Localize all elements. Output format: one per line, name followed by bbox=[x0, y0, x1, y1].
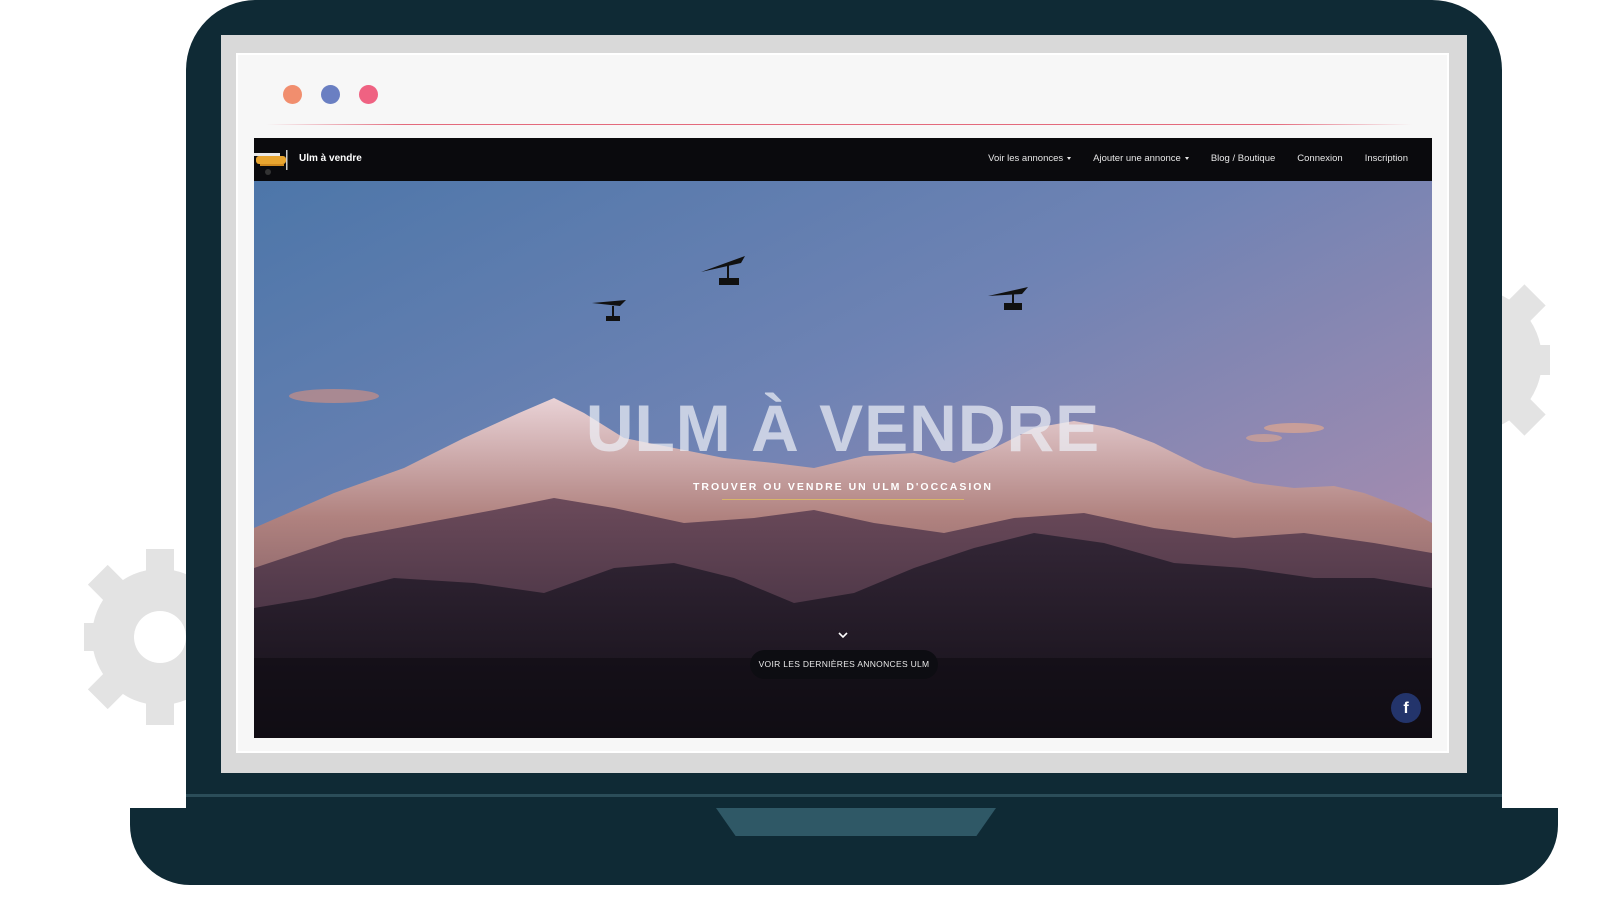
window-dot-close[interactable] bbox=[283, 85, 302, 104]
browser-separator bbox=[266, 124, 1412, 125]
facebook-icon[interactable]: f bbox=[1391, 693, 1421, 723]
hero-title: ULM À VENDRE bbox=[585, 391, 1101, 465]
window-dot-minimize[interactable] bbox=[321, 85, 340, 104]
hero-subtitle: TROUVER OU VENDRE UN ULM D'OCCASION bbox=[692, 481, 993, 493]
laptop-notch bbox=[716, 808, 996, 836]
nav-inscription[interactable]: Inscription bbox=[1365, 153, 1408, 164]
nav-label: Voir les annonces bbox=[988, 153, 1064, 164]
caret-down-icon bbox=[1067, 157, 1072, 160]
caret-down-icon bbox=[1184, 157, 1189, 160]
website-viewport: Ulm à vendre Voir les annonces Ajouter u… bbox=[254, 138, 1432, 738]
window-dot-maximize[interactable] bbox=[359, 85, 378, 104]
nav-connexion[interactable]: Connexion bbox=[1297, 153, 1342, 164]
nav-ajouter-annonce[interactable]: Ajouter une annonce bbox=[1093, 153, 1189, 164]
chevron-down-icon[interactable] bbox=[837, 630, 849, 640]
brand-name[interactable]: Ulm à vendre bbox=[299, 153, 362, 164]
main-menu: Voir les annonces Ajouter une annonce Bl… bbox=[988, 153, 1408, 164]
hero-divider bbox=[722, 499, 964, 500]
laptop-hinge bbox=[186, 794, 1502, 797]
nav-voir-annonces[interactable]: Voir les annonces bbox=[988, 153, 1072, 164]
latest-listings-button[interactable]: VOIR LES DERNIÈRES ANNONCES ULM bbox=[750, 650, 938, 679]
nav-label: Ajouter une annonce bbox=[1093, 153, 1181, 164]
plane-logo-icon[interactable] bbox=[254, 142, 294, 178]
site-navbar: Ulm à vendre Voir les annonces Ajouter u… bbox=[254, 138, 1432, 181]
nav-blog-boutique[interactable]: Blog / Boutique bbox=[1211, 153, 1275, 164]
